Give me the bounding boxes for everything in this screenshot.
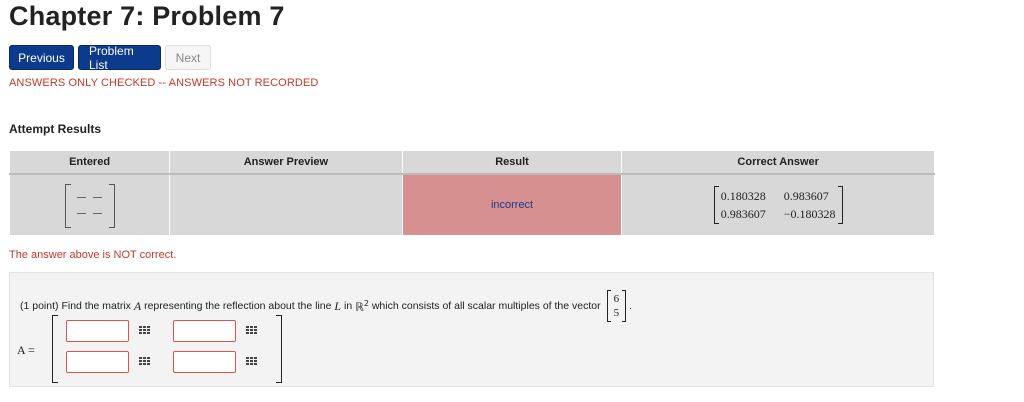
problem-navigation: Previous Problem List Next — [9, 44, 211, 72]
matrix-entry-icon[interactable] — [139, 357, 151, 367]
matrix-input-r1c2[interactable] — [173, 320, 236, 342]
real-space-symbol: ℝ2 — [355, 298, 369, 314]
problem-text-part: representing the reflection about the li… — [144, 300, 332, 312]
correct-answer-entry: 0.983607 — [783, 188, 829, 203]
matrix-input-r2c2[interactable] — [173, 351, 236, 373]
entered-blank-matrix — [64, 184, 115, 228]
problem-text-part: in — [344, 300, 353, 312]
column-header-correct-answer: Correct Answer — [621, 150, 935, 175]
column-header-answer-preview: Answer Preview — [169, 150, 403, 175]
problem-list-button[interactable]: Problem List — [78, 44, 161, 72]
vector-entry: 6 — [613, 293, 620, 305]
correct-answer-cell: 0.180328 0.983607 0.983607 −0.180328 — [621, 173, 935, 236]
entered-cell — [8, 173, 171, 236]
next-button: Next — [165, 45, 211, 70]
column-header-entered: Entered — [8, 150, 171, 175]
correct-answer-matrix: 0.180328 0.983607 0.983607 −0.180328 — [713, 186, 843, 224]
column-header-result: Result — [401, 150, 623, 175]
table-row: incorrect 0.180328 0.983607 0.983607 −0.… — [8, 173, 935, 236]
attempt-results-heading: Attempt Results — [9, 122, 102, 136]
matrix-entry-icon[interactable] — [246, 357, 258, 367]
matrix-input-r1c1[interactable] — [66, 320, 129, 342]
matrix-input-r2c1[interactable] — [66, 351, 129, 373]
feedback-message: The answer above is NOT correct. — [9, 249, 177, 261]
page-title: Chapter 7: Problem 7 — [9, 1, 285, 31]
answer-matrix — [52, 315, 282, 383]
status-message: ANSWERS ONLY CHECKED -- ANSWERS NOT RECO… — [9, 77, 319, 89]
correct-answer-entry: 0.983607 — [720, 206, 766, 221]
result-cell: incorrect — [401, 173, 623, 236]
problem-text-part: Find the matrix — [61, 300, 131, 312]
matrix-variable: A — [133, 298, 142, 313]
correct-answer-entry: 0.180328 — [720, 188, 766, 203]
problem-statement-box: (1 point) Find the matrix A representing… — [9, 272, 934, 387]
answer-preview-cell — [169, 173, 403, 236]
direction-vector: 6 5 — [606, 290, 627, 322]
points-label: (1 point) — [20, 300, 59, 312]
previous-button[interactable]: Previous — [9, 45, 74, 70]
table-header-row: Entered Answer Preview Result Correct An… — [8, 150, 935, 175]
correct-answer-entry: −0.180328 — [783, 206, 836, 221]
problem-text-part: which consists of all scalar multiples o… — [371, 300, 601, 312]
line-variable: L — [334, 298, 342, 313]
answer-matrix-label: A = — [17, 343, 35, 357]
matrix-entry-icon[interactable] — [139, 326, 151, 336]
attempt-results-table: Entered Answer Preview Result Correct An… — [8, 150, 935, 236]
vector-entry: 5 — [613, 307, 620, 319]
matrix-entry-icon[interactable] — [246, 326, 258, 336]
